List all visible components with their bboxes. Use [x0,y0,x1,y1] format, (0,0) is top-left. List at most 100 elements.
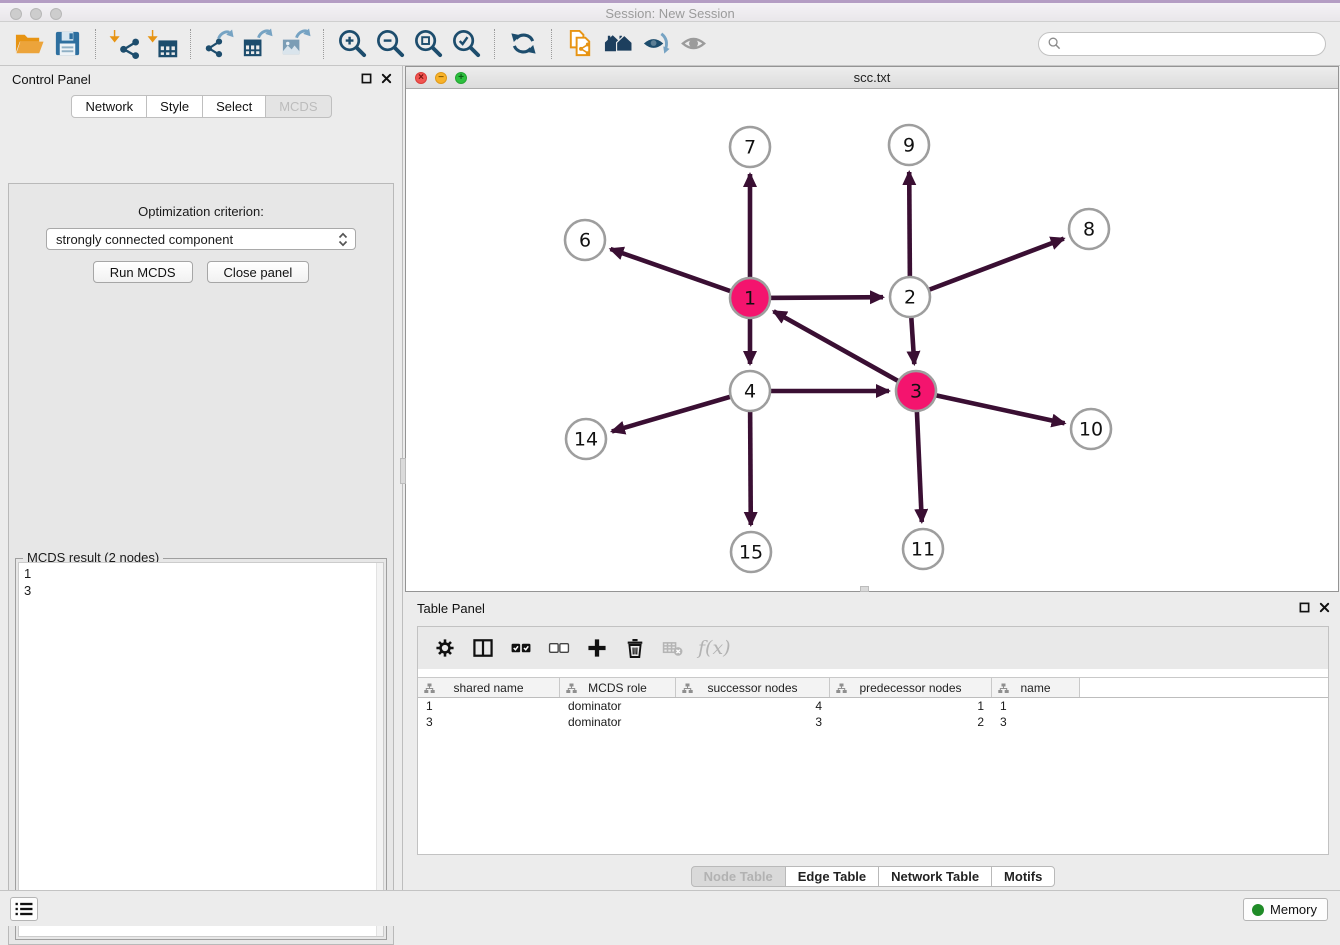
table-cell[interactable]: 3 [676,714,830,730]
window-titlebar: Session: New Session [0,0,1340,22]
close-panel-icon[interactable] [381,73,392,84]
cytoscape-app: { "window": { "title": "Session: New Ses… [0,0,1340,926]
horizontal-splitter-handle[interactable] [860,586,869,592]
mcds-result-text[interactable]: 1 3 [18,562,384,937]
control-panel-title: Control Panel [12,72,91,87]
tab-network[interactable]: Network [71,95,147,118]
graph-node-8[interactable]: 8 [1069,209,1109,249]
tab-node-table[interactable]: Node Table [691,866,786,887]
column-header-label: predecessor nodes [859,681,961,695]
graph-node-9[interactable]: 9 [889,125,929,165]
graph-node-1[interactable]: 1 [730,278,770,318]
network-window-titlebar[interactable]: × − + scc.txt [406,67,1338,89]
delete-table-icon [656,632,690,664]
tab-edge-table[interactable]: Edge Table [785,866,879,887]
delete-icon[interactable] [618,632,652,664]
column-header-shared-name[interactable]: shared name [418,678,560,697]
search-input[interactable] [1066,36,1316,51]
select-all-icon[interactable] [504,632,538,664]
graph-edge-3-10[interactable] [916,391,1065,423]
column-header-MCDS-role[interactable]: MCDS role [560,678,676,697]
optimization-criterion-select[interactable]: strongly connected component [46,228,356,250]
duplicate-network-icon[interactable] [561,26,599,62]
close-panel-button[interactable]: Close panel [207,261,310,283]
import-network-icon[interactable] [105,26,143,62]
function-builder-icon: f(x) [694,637,735,659]
tab-motifs[interactable]: Motifs [991,866,1055,887]
column-header-label: MCDS role [588,681,647,695]
column-header-name[interactable]: name [992,678,1080,697]
deselect-all-icon[interactable] [542,632,576,664]
table-cell[interactable]: 2 [830,714,992,730]
svg-text:4: 4 [744,381,756,403]
graph-node-14[interactable]: 14 [566,419,606,459]
tab-select[interactable]: Select [202,95,266,118]
zoom-selected-icon[interactable] [447,26,485,62]
result-scrollbar[interactable] [376,563,383,936]
column-type-icon [424,683,435,697]
table-cell[interactable]: dominator [560,714,676,730]
hide-selected-icon[interactable] [637,26,675,62]
column-type-icon [836,683,847,697]
tab-mcds[interactable]: MCDS [265,95,331,118]
show-all-icon[interactable] [675,26,713,62]
table-cell[interactable]: dominator [560,698,676,714]
export-table-icon[interactable] [238,26,276,62]
tab-style[interactable]: Style [146,95,203,118]
graph-node-11[interactable]: 11 [903,529,943,569]
table-cell[interactable]: 3 [992,714,1080,730]
graph-node-15[interactable]: 15 [731,532,771,572]
float-panel-icon[interactable] [1299,602,1310,613]
memory-button[interactable]: Memory [1243,898,1328,921]
table-cell[interactable]: 1 [830,698,992,714]
search-field[interactable] [1038,32,1326,56]
table-settings-icon[interactable] [428,632,462,664]
table-cell[interactable]: 4 [676,698,830,714]
close-panel-icon[interactable] [1319,602,1330,613]
export-network-icon[interactable] [200,26,238,62]
optimization-criterion-label: Optimization criterion: [9,204,393,219]
tab-network-table[interactable]: Network Table [878,866,992,887]
graph-node-7[interactable]: 7 [730,127,770,167]
graph-node-2[interactable]: 2 [890,277,930,317]
table-row[interactable]: 1dominator411 [418,698,1328,714]
import-table-icon[interactable] [143,26,181,62]
table-row[interactable]: 3dominator323 [418,714,1328,730]
save-session-icon[interactable] [48,26,86,62]
graph-node-6[interactable]: 6 [565,220,605,260]
table-cell[interactable]: 1 [418,698,560,714]
svg-text:11: 11 [911,539,935,561]
float-panel-icon[interactable] [361,73,372,84]
mcds-result-group: MCDS result (2 nodes) 1 3 [15,558,387,940]
show-columns-icon[interactable] [466,632,500,664]
toolbar-separator [323,29,324,59]
graph-edge-2-8[interactable] [910,239,1064,297]
zoom-out-icon[interactable] [371,26,409,62]
table-cell[interactable]: 1 [992,698,1080,714]
graph-node-4[interactable]: 4 [730,371,770,411]
table-cell[interactable]: 3 [418,714,560,730]
graph-node-10[interactable]: 10 [1071,409,1111,449]
vertical-splitter-handle[interactable] [400,458,406,484]
node-table-column-headers: shared name MCDS role successor nodes prede… [418,677,1328,698]
refresh-view-icon[interactable] [504,26,542,62]
graph-edge-1-6[interactable] [611,249,751,298]
column-header-predecessor-nodes[interactable]: predecessor nodes [830,678,992,697]
zoom-fit-icon[interactable] [409,26,447,62]
graph-edge-3-1[interactable] [774,311,916,391]
zoom-in-icon[interactable] [333,26,371,62]
graph-edge-4-14[interactable] [612,391,750,431]
homes-icon[interactable] [599,26,637,62]
network-window-title: scc.txt [406,70,1338,85]
network-canvas[interactable]: 7 9 6 8 1 2 4 3 14 10 15 11 [406,89,1338,591]
column-type-icon [566,683,577,697]
column-header-successor-nodes[interactable]: successor nodes [676,678,830,697]
graph-node-3[interactable]: 3 [896,371,936,411]
network-graph[interactable]: 7 9 6 8 1 2 4 3 14 10 15 11 [406,89,1338,591]
open-session-icon[interactable] [10,26,48,62]
task-history-button[interactable] [10,897,38,921]
memory-label: Memory [1270,902,1317,917]
add-icon[interactable] [580,632,614,664]
export-image-icon[interactable] [276,26,314,62]
run-mcds-button[interactable]: Run MCDS [93,261,193,283]
